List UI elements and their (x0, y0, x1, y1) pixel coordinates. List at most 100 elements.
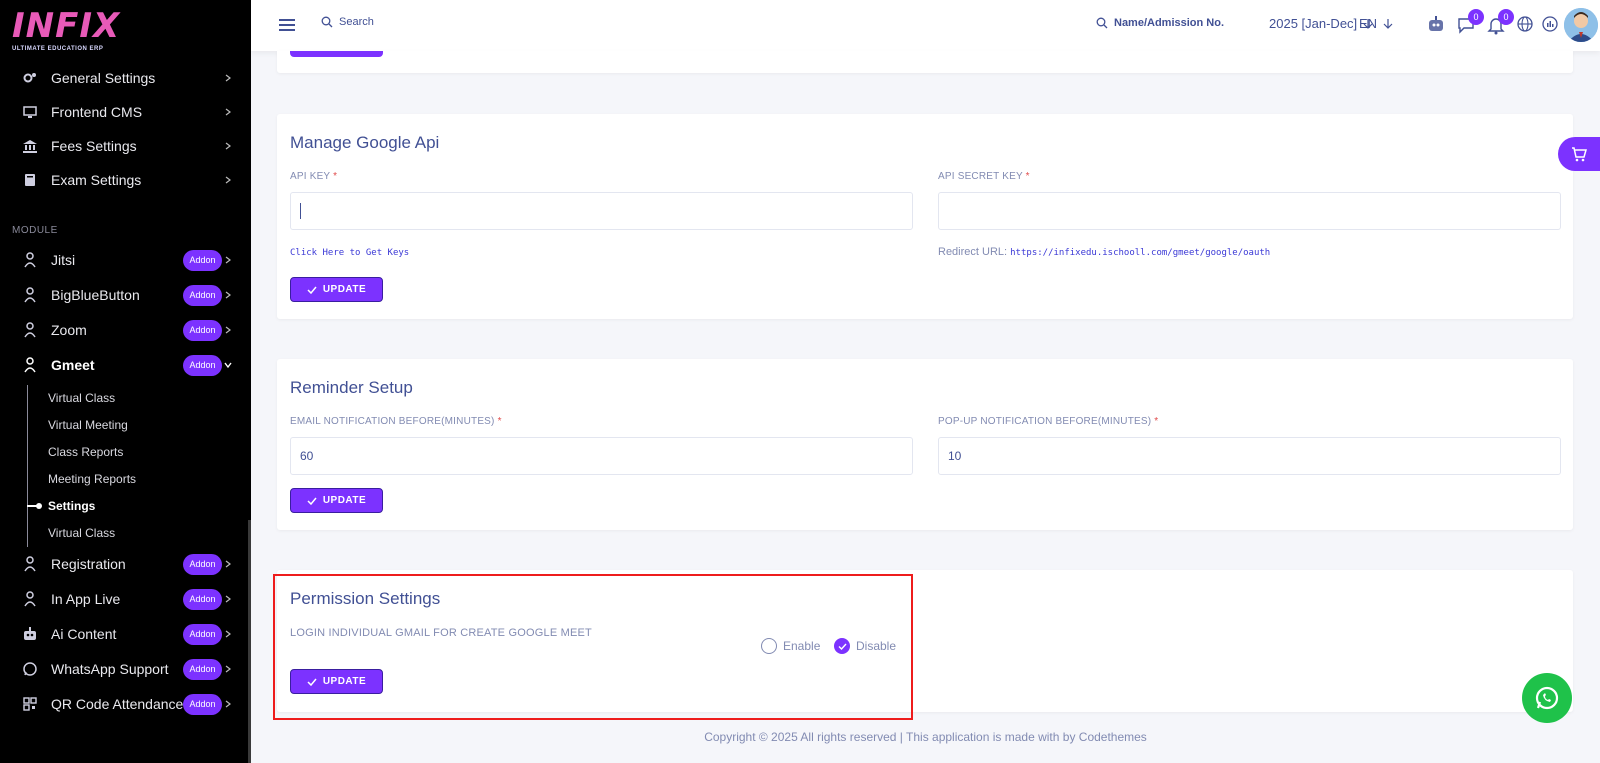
sidebar-item-general-settings[interactable]: General Settings (0, 61, 248, 95)
sidebar-item-fees-settings[interactable]: Fees Settings (0, 129, 248, 163)
submenu-item-virtual-class-2[interactable]: Virtual Class (48, 526, 115, 540)
google-api-update-button[interactable]: UPDATE (290, 277, 383, 302)
messages-button[interactable]: 0 (1456, 9, 1484, 35)
top-header: Search Name/Admission No. 2025 [Jan-Dec]… (251, 0, 1600, 51)
api-secret-label-text: API SECRET KEY (938, 171, 1023, 182)
sidebar-item-registration[interactable]: Registration Addon (0, 547, 248, 581)
chevron-right-icon (225, 326, 231, 334)
sidebar-scrollbar[interactable] (248, 520, 251, 763)
chevron-right-icon (225, 665, 231, 673)
update-label: UPDATE (322, 495, 367, 506)
previous-card (277, 51, 1573, 73)
api-secret-input[interactable] (938, 192, 1561, 230)
student-search-label: Name/Admission No. (1114, 17, 1225, 29)
module-heading: MODULE (12, 225, 58, 236)
sidebar-item-label: In App Live (51, 591, 121, 607)
text-cursor (300, 203, 301, 219)
sidebar-item-gmeet[interactable]: Gmeet Addon (0, 348, 248, 382)
robot-icon (22, 626, 38, 642)
search-label: Search (339, 16, 374, 28)
popup-notification-label-text: POP-UP NOTIFICATION BEFORE(MINUTES) (938, 416, 1152, 427)
addon-badge: Addon (183, 693, 222, 715)
submenu-guide-line (27, 385, 28, 547)
messages-count-badge: 0 (1468, 9, 1484, 25)
chevron-right-icon (225, 142, 231, 150)
bank-icon (22, 138, 38, 154)
api-secret-label: API SECRET KEY * (938, 171, 1030, 182)
email-notification-label-text: EMAIL NOTIFICATION BEFORE(MINUTES) (290, 416, 495, 427)
email-notification-input[interactable]: 60 (290, 437, 913, 475)
academic-year-select[interactable]: 2025 [Jan-Dec] (1269, 16, 1373, 31)
user-avatar[interactable] (1564, 8, 1598, 42)
get-keys-link[interactable]: Click Here to Get Keys (290, 248, 409, 258)
popup-notification-input[interactable]: 10 (938, 437, 1561, 475)
person-icon (22, 591, 38, 607)
api-key-label-text: API KEY (290, 171, 331, 182)
addon-badge: Addon (183, 354, 222, 376)
chevron-right-icon (225, 256, 231, 264)
sidebar-item-label: Fees Settings (51, 138, 137, 154)
sidebar-item-frontend-cms[interactable]: Frontend CMS (0, 95, 248, 129)
robot-icon[interactable] (1426, 14, 1446, 34)
addon-badge: Addon (183, 658, 222, 680)
sidebar-item-whatsapp-support[interactable]: WhatsApp Support Addon (0, 652, 248, 686)
chevron-right-icon (225, 74, 231, 82)
student-search[interactable]: Name/Admission No. (1096, 17, 1224, 29)
submenu-item-virtual-meeting[interactable]: Virtual Meeting (48, 418, 128, 432)
chevron-right-icon (225, 291, 231, 299)
submenu-item-virtual-class[interactable]: Virtual Class (48, 391, 115, 405)
email-notification-label: EMAIL NOTIFICATION BEFORE(MINUTES) * (290, 416, 502, 427)
api-key-label: API KEY * (290, 171, 338, 182)
global-search[interactable]: Search (321, 16, 374, 28)
person-icon (22, 556, 38, 572)
language-select[interactable]: EN (1359, 16, 1393, 31)
sidebar-item-jitsi[interactable]: Jitsi Addon (0, 243, 248, 277)
addon-badge: Addon (183, 588, 222, 610)
logo-subtitle: ULTIMATE EDUCATION ERP (12, 46, 104, 52)
whatsapp-icon (1535, 686, 1559, 710)
reminder-setup-card: Reminder Setup EMAIL NOTIFICATION BEFORE… (277, 359, 1573, 530)
reminder-update-button[interactable]: UPDATE (290, 488, 383, 513)
search-icon (1096, 17, 1108, 29)
addon-badge: Addon (183, 319, 222, 341)
sidebar-item-exam-settings[interactable]: Exam Settings (0, 163, 248, 197)
hamburger-menu-icon[interactable] (279, 18, 295, 32)
person-icon (22, 252, 38, 268)
update-label: UPDATE (322, 284, 367, 295)
sidebar-item-label: Ai Content (51, 626, 117, 642)
chevron-right-icon (225, 630, 231, 638)
person-icon (22, 357, 38, 373)
redirect-url-value[interactable]: https://infixedu.ischooll.com/gmeet/goog… (1010, 248, 1270, 258)
sidebar-item-zoom[interactable]: Zoom Addon (0, 313, 248, 347)
sidebar-item-in-app-live[interactable]: In App Live Addon (0, 582, 248, 616)
submenu-item-class-reports[interactable]: Class Reports (48, 445, 123, 459)
app-logo[interactable]: INFIX ULTIMATE EDUCATION ERP (12, 8, 132, 56)
sidebar-item-bigbluebutton[interactable]: BigBlueButton Addon (0, 278, 248, 312)
api-key-input[interactable] (290, 192, 913, 230)
whatsapp-chat-button[interactable] (1522, 673, 1572, 723)
sidebar-item-label: Exam Settings (51, 172, 142, 188)
sidebar-item-label: Jitsi (51, 252, 76, 268)
submenu-item-settings[interactable]: Settings (48, 499, 95, 513)
book-icon (22, 172, 38, 188)
highlight-box (273, 574, 913, 720)
addon-badge: Addon (183, 284, 222, 306)
globe-icon[interactable] (1516, 15, 1536, 35)
previous-update-button[interactable] (290, 51, 383, 57)
search-icon (321, 16, 333, 28)
addon-badge: Addon (183, 249, 222, 271)
check-icon (307, 286, 317, 294)
chevron-right-icon (225, 560, 231, 568)
qr-code-icon (22, 696, 38, 712)
submenu-item-meeting-reports[interactable]: Meeting Reports (48, 472, 136, 486)
check-icon (307, 497, 317, 505)
cart-floating-button[interactable] (1558, 137, 1600, 171)
sidebar-item-qr-code-attendance[interactable]: QR Code Attendance Addon (0, 687, 248, 721)
sidebar-item-label: WhatsApp Support (51, 661, 169, 677)
reports-icon[interactable] (1541, 15, 1561, 35)
sidebar-item-ai-content[interactable]: Ai Content Addon (0, 617, 248, 651)
chevron-down-icon (224, 362, 232, 369)
academic-year-value: 2025 [Jan-Dec] (1269, 16, 1358, 31)
notifications-button[interactable]: 0 (1486, 9, 1514, 35)
popup-notification-label: POP-UP NOTIFICATION BEFORE(MINUTES) * (938, 416, 1159, 427)
